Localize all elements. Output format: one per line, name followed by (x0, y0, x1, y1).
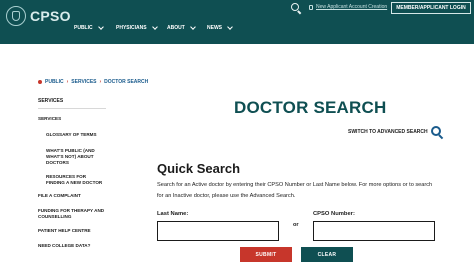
logo-text: CPSO (30, 8, 71, 24)
nav-item-label: PUBLIC (74, 25, 93, 31)
sidebar-item-glossary[interactable]: GLOSSARY OF TERMS (46, 132, 104, 138)
sidebar-item-funding[interactable]: FUNDING FOR THERAPY AND COUNSELLING (38, 208, 106, 220)
cpso-number-input[interactable] (313, 221, 435, 241)
breadcrumb-services[interactable]: SERVICES (71, 79, 96, 85)
sidebar-item-finding-doctor[interactable]: RESOURCES FOR FINDING A NEW DOCTOR (46, 174, 104, 186)
sidebar-heading: SERVICES (38, 98, 64, 104)
submit-button[interactable]: SUBMIT (240, 247, 292, 262)
search-icon[interactable] (291, 3, 301, 13)
search-icon (430, 126, 443, 138)
chevron-down-icon (227, 24, 233, 30)
breadcrumb-separator: › (99, 79, 102, 85)
nav-item-label: ABOUT (167, 25, 185, 31)
nav-item-news[interactable]: NEWS (207, 24, 233, 31)
crest-icon (6, 6, 26, 26)
new-account-link[interactable]: New Applicant Account Creation (309, 4, 387, 10)
nav-item-physicians[interactable]: PHYSICIANS (116, 24, 158, 31)
or-text: or (293, 222, 299, 228)
new-account-link-label: New Applicant Account Creation (316, 4, 388, 10)
breadcrumb: PUBLIC › SERVICES › DOCTOR SEARCH (38, 79, 148, 85)
quick-search-title: Quick Search (157, 161, 241, 176)
breadcrumb-public[interactable]: PUBLIC (45, 79, 64, 85)
chevron-down-icon (151, 24, 158, 30)
nav-item-about[interactable]: ABOUT (167, 24, 196, 31)
login-button[interactable]: MEMBER/APPLICANT LOGIN (391, 2, 471, 14)
nav-item-public[interactable]: PUBLIC (74, 24, 104, 31)
sidebar-item-whats-public[interactable]: WHAT'S PUBLIC (AND WHAT'S NOT) ABOUT DOC… (46, 148, 104, 166)
nav-item-label: PHYSICIANS (116, 25, 147, 31)
divider (38, 108, 106, 109)
clear-button[interactable]: CLEAR (301, 247, 353, 262)
page-title: DOCTOR SEARCH (234, 98, 387, 117)
sidebar-item-patient-help[interactable]: PATIENT HELP CENTRE (38, 228, 91, 234)
quick-search-description: Search for an Active doctor by entering … (157, 182, 433, 199)
chevron-down-icon (189, 24, 196, 30)
breadcrumb-separator: › (66, 79, 69, 85)
nav-item-label: NEWS (207, 25, 222, 31)
sidebar-item-college-data[interactable]: NEED COLLEGE DATA? (38, 243, 90, 249)
bullet-icon (38, 80, 42, 84)
cpso-number-label: CPSO Number: (313, 211, 355, 217)
sidebar-item-file-complaint[interactable]: FILE A COMPLAINT (38, 193, 81, 199)
chevron-down-icon (97, 24, 104, 30)
site-header: CPSO New Applicant Account Creation MEMB… (0, 0, 474, 44)
lock-icon (309, 4, 313, 10)
sidebar-item-services[interactable]: SERVICES (38, 116, 61, 122)
last-name-label: Last Name: (157, 211, 189, 217)
last-name-input[interactable] (157, 221, 279, 241)
advanced-search-label: SWITCH TO ADVANCED SEARCH (348, 129, 428, 135)
breadcrumb-doctor-search: DOCTOR SEARCH (104, 79, 149, 85)
advanced-search-link[interactable]: SWITCH TO ADVANCED SEARCH (348, 126, 443, 138)
cpso-logo[interactable]: CPSO (6, 6, 71, 26)
